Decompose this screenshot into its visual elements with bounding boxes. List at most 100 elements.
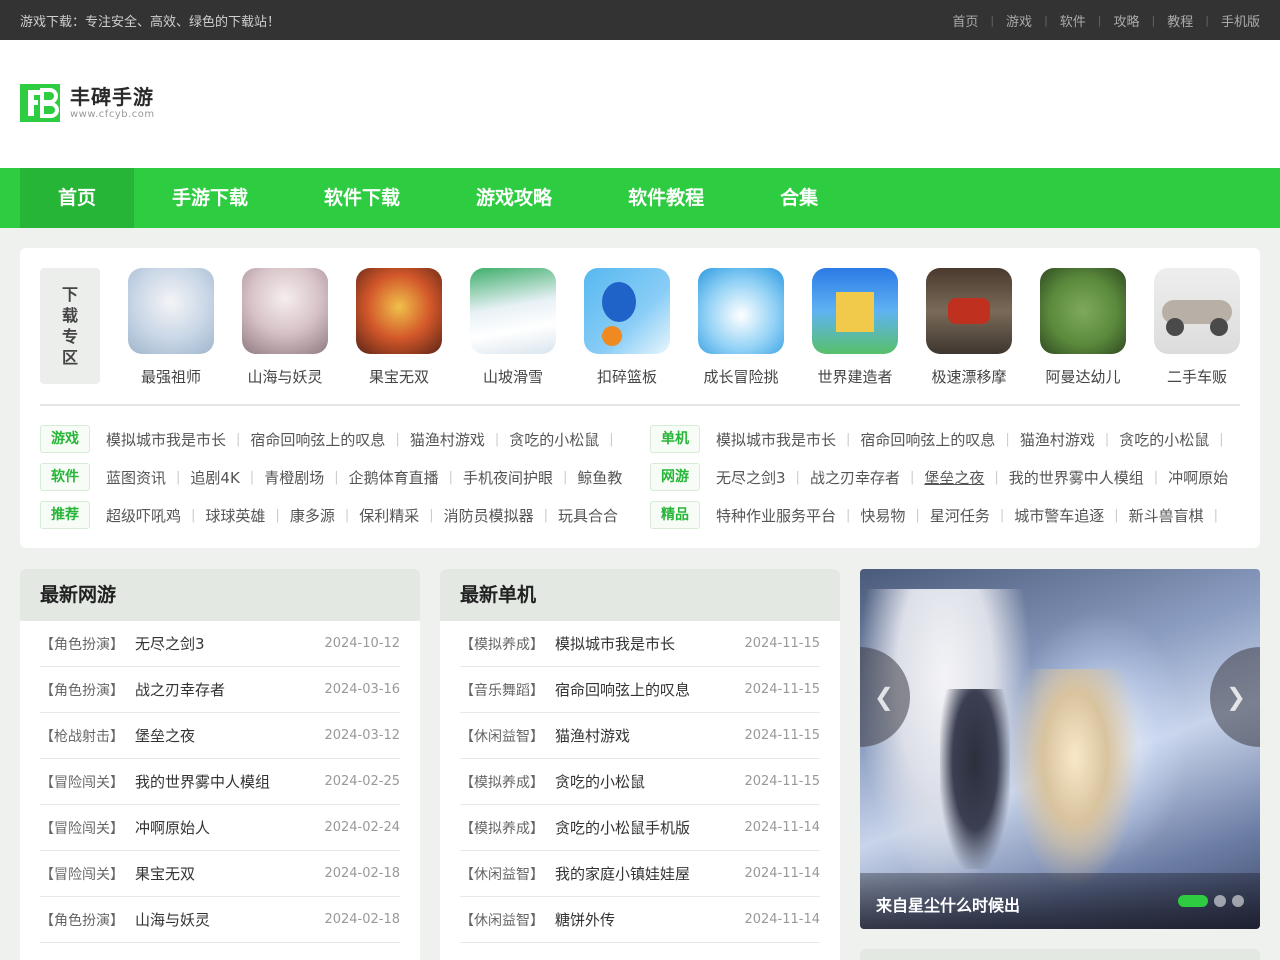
- nav-collections[interactable]: 合集: [742, 168, 856, 228]
- tag-link[interactable]: 蓝图资讯: [106, 467, 166, 488]
- tag-link[interactable]: 我的世界雾中人模组: [1009, 467, 1144, 488]
- tag-badge[interactable]: 精品: [650, 501, 700, 529]
- list-item[interactable]: 【休闲益智】 我的家庭小镇娃娃屋 2024-11-14: [460, 851, 820, 897]
- top-nav-mobile[interactable]: 手机版: [1221, 11, 1260, 30]
- tag-link[interactable]: 超级吓吼鸡: [106, 505, 181, 526]
- list-item[interactable]: 【枪战射击】 堡垒之夜 2024-03-12: [40, 713, 400, 759]
- carousel-dot[interactable]: [1178, 895, 1208, 907]
- tag-badge[interactable]: 单机: [650, 425, 700, 453]
- list-item[interactable]: 【冒险闯关】 果宝无双 2024-02-18: [40, 851, 400, 897]
- app-item[interactable]: 阿曼达幼儿: [1040, 268, 1126, 387]
- tag-link[interactable]: 贪吃的小松鼠: [1119, 429, 1209, 450]
- list-item[interactable]: 【模拟养成】 贪吃的小松鼠 2024-11-15: [460, 759, 820, 805]
- tag-badge[interactable]: 游戏: [40, 425, 90, 453]
- nav-software[interactable]: 软件下载: [286, 168, 438, 228]
- list-item[interactable]: 【音乐舞蹈】 宿命回响弦上的叹息 2024-11-15: [460, 667, 820, 713]
- carousel-dots: [1172, 895, 1244, 907]
- banner-art: [1010, 669, 1140, 889]
- list-item[interactable]: 【角色扮演】 无尽之剑3 2024-10-12: [40, 621, 400, 667]
- tag-row: 软件 蓝图资讯 | 追剧4K | 青橙剧场 | 企鹅体育直播 | 手机夜间护眼 | 鲸鱼教: [40, 462, 622, 492]
- app-item[interactable]: 果宝无双: [356, 268, 442, 387]
- list-item[interactable]: 【模拟养成】 模拟城市我是市长 2024-11-15: [460, 621, 820, 667]
- tag-link[interactable]: 快易物: [860, 505, 905, 526]
- list-item[interactable]: 【角色扮演】 山海与妖灵 2024-02-18: [40, 897, 400, 943]
- tag-link[interactable]: 星河任务: [930, 505, 990, 526]
- panel-title: 最新单机: [440, 569, 840, 621]
- top-nav-games[interactable]: 游戏: [1006, 11, 1032, 30]
- tag-link[interactable]: 猫渔村游戏: [1020, 429, 1095, 450]
- app-name: 二手车贩: [1166, 368, 1227, 386]
- banner-caption[interactable]: 来自星尘什么时候出: [876, 892, 1020, 916]
- app-icon: [926, 268, 1012, 354]
- tag-link[interactable]: 追剧4K: [190, 467, 239, 488]
- app-icon: [1154, 268, 1240, 354]
- top-nav-guides[interactable]: 攻略: [1114, 11, 1140, 30]
- tag-link[interactable]: 手机夜间护眼: [463, 467, 553, 488]
- tag-link[interactable]: 消防员模拟器: [444, 505, 534, 526]
- list-item[interactable]: 【模拟养成】 贪吃的小松鼠手机版 2024-11-14: [460, 805, 820, 851]
- app-item[interactable]: 世界建造者: [812, 268, 898, 387]
- tag-link[interactable]: 贪吃的小松鼠: [509, 429, 599, 450]
- tag-link[interactable]: 球球英雄: [205, 505, 265, 526]
- tag-link[interactable]: 猫渔村游戏: [410, 429, 485, 450]
- tag-link[interactable]: 新斗兽盲棋: [1129, 505, 1204, 526]
- tag-link[interactable]: 宿命回响弦上的叹息: [250, 429, 385, 450]
- top-nav-tutorials[interactable]: 教程: [1167, 11, 1193, 30]
- tag-link[interactable]: 堡垒之夜: [924, 467, 984, 488]
- download-zone: 下 载 专 区 最强祖师 山海与妖灵 果宝无双 山坡滑雪 扣碎篮板 成长冒险挑 …: [20, 248, 1260, 548]
- tag-link[interactable]: 企鹅体育直播: [349, 467, 439, 488]
- tag-link[interactable]: 模拟城市我是市长: [106, 429, 226, 450]
- app-item[interactable]: 成长冒险挑: [698, 268, 784, 387]
- carousel-dot[interactable]: [1214, 895, 1226, 907]
- tag-link[interactable]: 无尽之剑3: [716, 467, 786, 488]
- panel-title: 最新网游: [20, 569, 420, 621]
- tag-link[interactable]: 模拟城市我是市长: [716, 429, 836, 450]
- tag-row: 推荐 超级吓吼鸡 | 球球英雄 | 康多源 | 保利精采 | 消防员模拟器 | 玩具合合: [40, 500, 618, 530]
- app-item[interactable]: 扣碎篮板: [584, 268, 670, 387]
- app-name: 成长冒险挑: [703, 368, 779, 386]
- app-name: 极速漂移摩: [931, 368, 1007, 386]
- tag-link[interactable]: 保利精采: [359, 505, 419, 526]
- app-name: 最强祖师: [140, 368, 201, 386]
- nav-software-tutorials[interactable]: 软件教程: [590, 168, 742, 228]
- list-item[interactable]: 【冒险闯关】 我的世界雾中人模组 2024-02-25: [40, 759, 400, 805]
- tag-link[interactable]: 战之刃幸存者: [810, 467, 900, 488]
- tag-link[interactable]: 城市警车追逐: [1014, 505, 1104, 526]
- tag-badge[interactable]: 网游: [650, 463, 700, 491]
- carousel-next-button[interactable]: ❯: [1210, 647, 1260, 747]
- nav-game-guides[interactable]: 游戏攻略: [438, 168, 590, 228]
- list-item[interactable]: 【休闲益智】 猫渔村游戏 2024-11-15: [460, 713, 820, 759]
- list-item[interactable]: 【冒险闯关】 冲啊原始人 2024-02-24: [40, 805, 400, 851]
- carousel-dot[interactable]: [1232, 895, 1244, 907]
- site-header: 丰碑手游 www.cfcyb.com: [0, 40, 1280, 168]
- list-item[interactable]: 【角色扮演】 战之刃幸存者 2024-03-16: [40, 667, 400, 713]
- site-logo[interactable]: 丰碑手游 www.cfcyb.com: [20, 84, 155, 122]
- top-nav-software[interactable]: 软件: [1060, 11, 1086, 30]
- top-nav-home[interactable]: 首页: [952, 11, 978, 30]
- tag-link[interactable]: 青橙剧场: [264, 467, 324, 488]
- tag-badge[interactable]: 软件: [40, 463, 90, 491]
- latest-single-panel: 最新单机 【模拟养成】 模拟城市我是市长 2024-11-15 【音乐舞蹈】 宿命回响…: [440, 569, 840, 960]
- app-item[interactable]: 山海与妖灵: [242, 268, 328, 387]
- nav-home[interactable]: 首页: [20, 168, 135, 228]
- app-item[interactable]: 极速漂移摩: [926, 268, 1012, 387]
- nav-mobile-games[interactable]: 手游下载: [134, 168, 286, 228]
- site-slogan: 游戏下载：专注安全、高效、绿色的下载站！: [20, 15, 281, 30]
- tag-link[interactable]: 特种作业服务平台: [716, 505, 836, 526]
- tag-link[interactable]: 宿命回响弦上的叹息: [860, 429, 995, 450]
- app-name: 山海与妖灵: [247, 368, 323, 386]
- logo-url: www.cfcyb.com: [70, 109, 155, 120]
- app-item[interactable]: 二手车贩: [1154, 268, 1240, 387]
- list-item[interactable]: 【休闲益智】 糖饼外传 2024-11-14: [460, 897, 820, 943]
- app-item[interactable]: 山坡滑雪: [470, 268, 556, 387]
- tag-link[interactable]: 鲸鱼教: [577, 467, 622, 488]
- latest-online-panel: 最新网游 【角色扮演】 无尽之剑3 2024-10-12 【角色扮演】 战之刃幸存者 2…: [20, 569, 420, 960]
- tag-link[interactable]: 康多源: [290, 505, 335, 526]
- tag-badge[interactable]: 推荐: [40, 501, 90, 529]
- tag-link[interactable]: 冲啊原始: [1168, 467, 1228, 488]
- tag-link[interactable]: 玩具合合: [558, 505, 618, 526]
- app-icon: [584, 268, 670, 354]
- banner-carousel[interactable]: ❮ ❯ 来自星尘什么时候出: [860, 569, 1260, 929]
- app-item[interactable]: 最强祖师: [128, 268, 214, 387]
- app-name: 扣碎篮板: [596, 368, 657, 386]
